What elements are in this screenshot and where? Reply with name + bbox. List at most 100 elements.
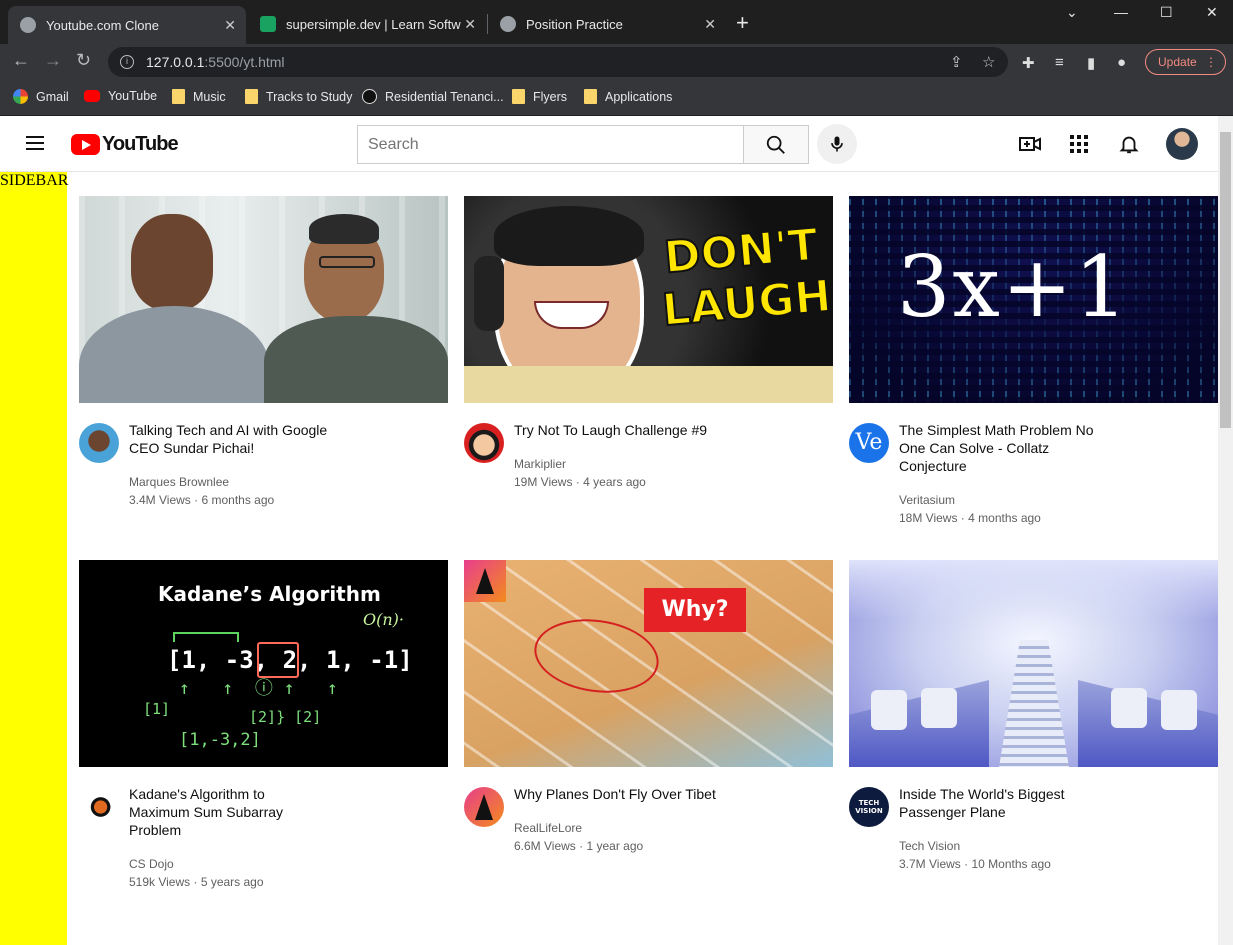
close-tab-icon[interactable]: ✕ [704, 16, 716, 33]
upload-video-icon[interactable] [1018, 132, 1042, 156]
close-tab-icon[interactable]: ✕ [464, 16, 476, 33]
youtube-logo[interactable]: YouTube [71, 133, 179, 156]
sidebar-label: SIDEBAR [0, 172, 69, 189]
thumbnail-text: Why? [644, 588, 746, 632]
channel-avatar[interactable]: TECH VISION [849, 787, 889, 827]
tab-title: Position Practice [526, 16, 623, 32]
bookmark-youtube[interactable]: YouTube [84, 89, 157, 103]
address-bar[interactable]: i 127.0.0.1:5500/yt.html ⇪ ☆ [108, 47, 1008, 77]
video-card[interactable]: 3x+1 Ve The Simplest Math Problem No One… [849, 196, 1218, 543]
tab-position-practice[interactable]: Position Practice ✕ [488, 8, 726, 40]
globe-icon [500, 16, 516, 32]
search-button[interactable] [743, 125, 809, 164]
video-card[interactable]: TECH VISION Inside The World's Biggest P… [849, 560, 1218, 907]
video-thumbnail[interactable]: Kadane’s Algorithm [1, -3, 2, 1, -1] ↑ ↑… [79, 560, 448, 767]
folder-icon [584, 89, 597, 104]
tab-title: Youtube.com Clone [46, 17, 159, 33]
share-icon[interactable]: ⇪ [950, 53, 963, 71]
video-title[interactable]: Kadane's Algorithm to Maximum Sum Subarr… [129, 785, 299, 839]
bookmark-label: Residential Tenanci... [385, 89, 504, 104]
avatar-text: Ve [855, 430, 883, 455]
browser-tab-bar: Youtube.com Clone ✕ supersimple.dev | Le… [0, 0, 1233, 44]
video-stats: 6.6M Views · 1 year ago [514, 839, 644, 853]
video-thumbnail[interactable]: DON'T LAUGH [464, 196, 833, 403]
bookmarks-bar: Gmail YouTube Music Tracks to Study Resi… [0, 80, 1233, 116]
bookmark-label: Applications [605, 89, 673, 104]
channel-avatar[interactable] [464, 423, 504, 463]
new-tab-icon[interactable]: + [736, 10, 749, 36]
apps-grid-icon[interactable] [1067, 132, 1091, 156]
update-button[interactable]: Update ⋮ [1145, 49, 1226, 75]
thumbnail-text: Kadane’s Algorithm [158, 582, 381, 606]
reload-icon[interactable]: ↻ [76, 50, 91, 71]
channel-name[interactable]: CS Dojo [129, 855, 389, 873]
video-thumbnail[interactable] [79, 196, 448, 403]
bookmark-flyers[interactable]: Flyers [512, 89, 567, 104]
close-window-icon[interactable]: ✕ [1206, 4, 1218, 21]
video-stats: 19M Views · 4 years ago [514, 475, 646, 489]
bookmark-music[interactable]: Music [172, 89, 226, 104]
bookmark-applications[interactable]: Applications [584, 89, 672, 104]
video-title[interactable]: Talking Tech and AI with Google CEO Sund… [129, 421, 349, 457]
video-title[interactable]: Why Planes Don't Fly Over Tibet [514, 785, 754, 803]
forward-icon[interactable]: → [44, 50, 62, 71]
youtube-icon [84, 90, 100, 102]
browser-nav-bar: ← → ↻ i 127.0.0.1:5500/yt.html ⇪ ☆ ✚ ≡ ▮… [0, 44, 1233, 80]
video-card[interactable]: Why? Why Planes Don't Fly Over Tibet Rea… [464, 560, 833, 907]
site-info-icon[interactable]: i [120, 55, 134, 69]
back-icon[interactable]: ← [12, 50, 30, 71]
video-card[interactable]: Talking Tech and AI with Google CEO Sund… [79, 196, 448, 543]
tab-search-icon[interactable]: ⌄ [1066, 4, 1078, 21]
channel-avatar[interactable] [79, 423, 119, 463]
microphone-icon [831, 136, 843, 152]
more-menu-icon[interactable]: ⋮ [1205, 55, 1217, 69]
bookmark-label: Tracks to Study [266, 89, 353, 104]
page-scrollbar[interactable] [1218, 116, 1233, 945]
channel-name[interactable]: Marques Brownlee [129, 473, 389, 491]
folder-icon [512, 89, 525, 104]
channel-avatar[interactable] [79, 787, 119, 827]
notifications-bell-icon[interactable] [1117, 132, 1141, 156]
channel-name[interactable]: Markiplier [514, 455, 774, 473]
bookmark-star-icon[interactable]: ☆ [982, 53, 995, 71]
extensions-icon[interactable]: ✚ [1022, 54, 1035, 72]
update-label: Update [1158, 55, 1197, 69]
hamburger-menu-icon[interactable] [26, 136, 44, 150]
video-thumbnail[interactable]: Why? [464, 560, 833, 767]
bookmark-residential[interactable]: Residential Tenanci... [362, 89, 504, 104]
scrollbar-thumb[interactable] [1220, 132, 1231, 428]
video-card[interactable]: DON'T LAUGH Try Not To Laugh Challenge #… [464, 196, 833, 543]
play-logo-icon [71, 134, 100, 155]
channel-avatar[interactable] [464, 787, 504, 827]
channel-name[interactable]: Veritasium [899, 491, 1159, 509]
minimize-icon[interactable]: — [1114, 4, 1128, 20]
user-avatar[interactable] [1166, 128, 1198, 160]
search-input[interactable] [357, 125, 744, 164]
maximize-icon[interactable]: ☐ [1160, 4, 1173, 21]
bookmark-label: Music [193, 89, 226, 104]
channel-name[interactable]: RealLifeLore [514, 819, 774, 837]
video-title[interactable]: Try Not To Laugh Challenge #9 [514, 421, 754, 439]
globe-icon [20, 17, 36, 33]
voice-search-button[interactable] [817, 124, 857, 164]
channel-avatar[interactable]: Ve [849, 423, 889, 463]
video-card[interactable]: Kadane’s Algorithm [1, -3, 2, 1, -1] ↑ ↑… [79, 560, 448, 907]
video-thumbnail[interactable]: 3x+1 [849, 196, 1218, 403]
video-thumbnail[interactable] [849, 560, 1218, 767]
folder-icon [245, 89, 258, 104]
video-title[interactable]: Inside The World's Biggest Passenger Pla… [899, 785, 1099, 821]
close-tab-icon[interactable]: ✕ [224, 17, 236, 34]
media-control-icon[interactable]: ≡ [1055, 54, 1064, 71]
bookmark-label: Flyers [533, 89, 568, 104]
logo-text: YouTube [102, 133, 179, 155]
tab-youtube-clone[interactable]: Youtube.com Clone ✕ [8, 6, 246, 44]
bookmark-gmail[interactable]: Gmail [13, 89, 69, 104]
video-title[interactable]: The Simplest Math Problem No One Can Sol… [899, 421, 1119, 475]
tab-title: supersimple.dev | Learn Software [286, 16, 461, 32]
channel-name[interactable]: Tech Vision [899, 837, 1159, 855]
profile-icon[interactable]: ● [1117, 54, 1126, 71]
side-panel-icon[interactable]: ▮ [1087, 54, 1095, 72]
tab-supersimple[interactable]: supersimple.dev | Learn Software ✕ [248, 8, 486, 40]
page-viewport: YouTube SIDEBAR [0, 116, 1233, 945]
bookmark-tracks[interactable]: Tracks to Study [245, 89, 352, 104]
